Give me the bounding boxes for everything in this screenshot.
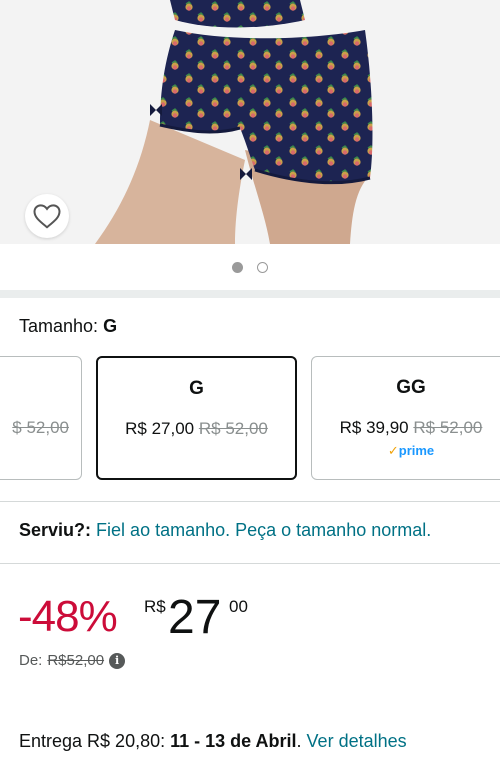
fit-value-link[interactable]: Fiel ao tamanho. Peça o tamanho normal. (96, 520, 431, 540)
wishlist-button[interactable] (25, 194, 69, 238)
size-option-list-price: $ 52,00 (12, 418, 69, 437)
size-option-list-price: R$ 52,00 (198, 419, 268, 438)
divider (0, 501, 500, 502)
fit-label: Serviu?: (19, 520, 92, 540)
size-label: Tamanho: G (19, 316, 117, 337)
price-currency: R$ (144, 597, 166, 616)
info-icon[interactable]: i (109, 652, 126, 669)
size-option-price-line: R$ 39,90 R$ 52,00 (312, 418, 500, 438)
divider (0, 563, 500, 564)
carousel-dot-2[interactable] (257, 261, 268, 273)
discount-percentage: -48% (18, 592, 118, 641)
size-option-price: R$ 27,00 (125, 419, 195, 438)
list-price-value: R$52,00 (47, 652, 105, 669)
size-selected-value: G (103, 316, 118, 336)
size-label-text: Tamanho: (19, 316, 99, 336)
checkmark-icon: ✓ (387, 443, 399, 458)
size-option-gg[interactable]: GG R$ 39,90 R$ 52,00 ✓prime (311, 356, 500, 480)
delivery-info: Entrega R$ 20,80: 11 - 13 de Abril. Ver … (19, 731, 407, 752)
price-fraction: 00 (229, 597, 248, 616)
delivery-separator: . (296, 731, 302, 751)
list-price: De: R$52,00 i (19, 652, 126, 669)
size-option-name: G (189, 378, 204, 399)
size-option-list-price: R$ 52,00 (413, 418, 483, 437)
product-photo (0, 0, 500, 244)
list-price-label: De: (19, 652, 43, 669)
prime-badge: ✓prime (312, 443, 500, 459)
carousel-dot-1[interactable] (232, 261, 243, 273)
delivery-prefix: Entrega R$ 20,80: (19, 731, 166, 751)
size-option-g[interactable]: G R$ 27,00 R$ 52,00 (96, 356, 297, 480)
prime-label: prime (398, 443, 435, 458)
fit-info: Serviu?: Fiel ao tamanho. Peça o tamanho… (19, 520, 431, 541)
product-image[interactable] (0, 0, 500, 244)
size-option-name: GG (396, 377, 426, 398)
delivery-details-link[interactable]: Ver detalhes (307, 731, 407, 751)
price-whole: 27 (168, 591, 222, 644)
size-option-price: R$ 39,90 (339, 418, 409, 437)
delivery-dates: 11 - 13 de Abril (170, 731, 297, 751)
carousel-indicator (0, 244, 500, 290)
section-separator (0, 290, 500, 298)
size-option-price-line: R$ 27,00 R$ 52,00 (98, 419, 295, 439)
heart-outline-icon (33, 204, 61, 229)
size-option-previous[interactable]: $ 52,00 (0, 356, 82, 480)
